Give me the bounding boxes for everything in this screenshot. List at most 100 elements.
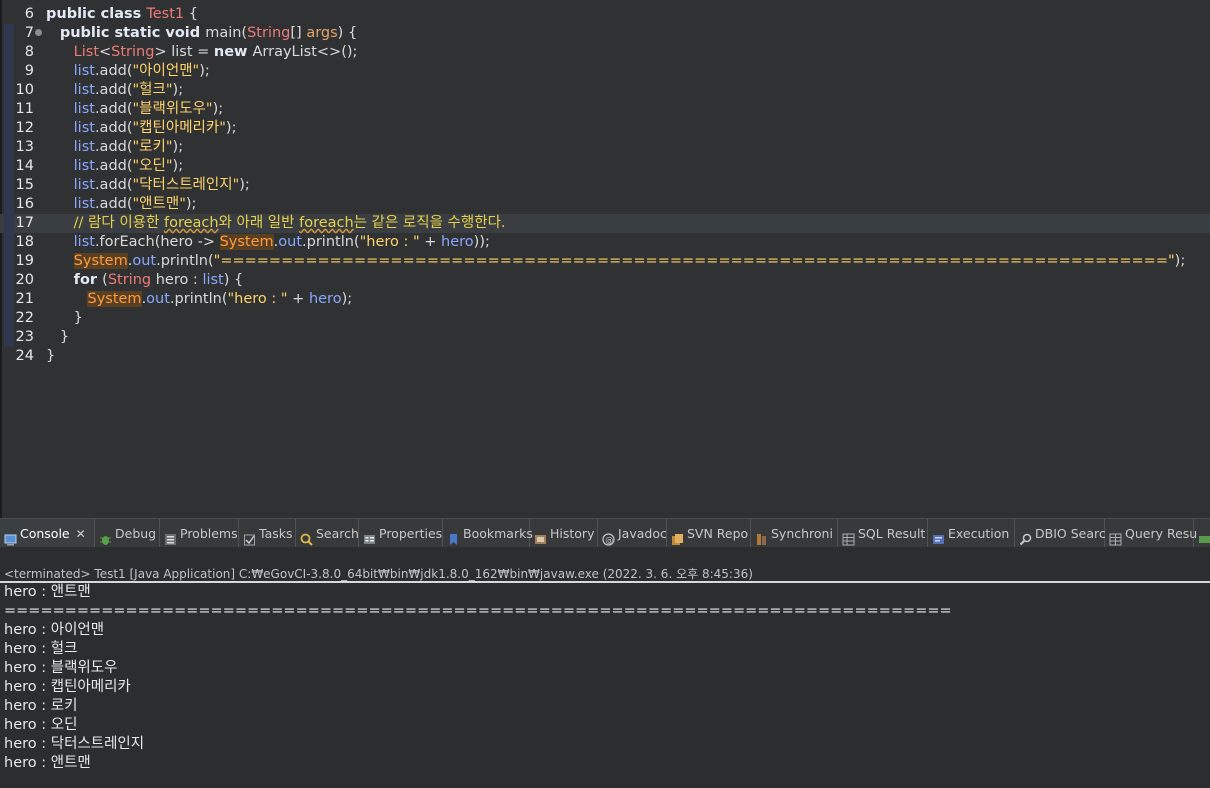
close-icon[interactable]: ✕: [76, 520, 86, 549]
tab-bookmarks[interactable]: Bookmarks: [443, 519, 533, 548]
tab-tasks[interactable]: Tasks: [239, 519, 296, 548]
tab-label: History: [550, 526, 595, 541]
code-token: main(: [205, 25, 248, 41]
console-output-line: hero : 닥터스트레인지: [4, 736, 145, 752]
execution-icon: [932, 527, 945, 544]
code-token: .println(: [156, 253, 214, 269]
code-token: "블랙위도우": [132, 101, 213, 117]
code-token: for: [73, 272, 103, 288]
console-output[interactable]: hero : 앤트맨 ==============================…: [0, 583, 1210, 788]
code-line[interactable]: 19 System.out.println("=================…: [0, 252, 1210, 271]
code-line[interactable]: 9 list.add("아이언맨");: [0, 62, 1210, 81]
code-token: ArrayList<>();: [252, 44, 358, 60]
tab-query-resu[interactable]: Query Resu: [1105, 519, 1197, 548]
code-line[interactable]: 15 list.add("닥터스트레인지");: [0, 176, 1210, 195]
code-token: }: [46, 329, 70, 345]
tab-svn-repo[interactable]: SVN Repo: [667, 519, 751, 548]
line-number: 6: [24, 6, 34, 22]
console-output-line: hero : 블랙위도우: [4, 660, 118, 676]
code-text: public static void main(String[] args) {: [46, 24, 357, 43]
code-token: out: [132, 253, 157, 269]
code-token: list: [73, 120, 95, 136]
code-token: System: [73, 253, 128, 269]
code-token: .add(: [94, 101, 133, 117]
code-line[interactable]: 17 // 람다 이용한 foreach와 아래 일반 foreach는 같은 …: [0, 214, 1210, 233]
code-token: list: [73, 234, 95, 250]
tab-console[interactable]: Console ✕: [0, 519, 95, 548]
code-text: list.forEach(hero -> System.out.println(…: [46, 233, 490, 252]
code-line[interactable]: 21 System.out.println("hero : " + hero);: [0, 290, 1210, 309]
code-token: .forEach(hero ->: [94, 234, 220, 250]
code-token: List: [73, 44, 100, 60]
code-token: public class: [46, 6, 147, 22]
code-text: list.add("앤트맨");: [46, 195, 197, 214]
code-token: Test1: [146, 6, 185, 22]
code-token: +: [419, 234, 442, 250]
code-text: }: [46, 328, 69, 347]
code-line[interactable]: 6 public class Test1 {: [0, 5, 1210, 24]
tab-synchroni[interactable]: Synchroni: [751, 519, 838, 548]
console-output-line: ========================================…: [4, 603, 952, 619]
tab-execution[interactable]: Execution: [928, 519, 1015, 548]
tab-history[interactable]: History: [530, 519, 598, 548]
code-token: ) {: [337, 25, 358, 41]
code-token: String: [111, 44, 155, 60]
code-token: ) {: [223, 272, 244, 288]
tab-search[interactable]: Search: [296, 519, 359, 548]
code-token: list: [73, 177, 95, 193]
tab-properties[interactable]: Properties: [359, 519, 443, 548]
tab-problems[interactable]: Problems: [160, 519, 239, 548]
code-line[interactable]: 18 list.forEach(hero -> System.out.print…: [0, 233, 1210, 252]
tab-sql-result[interactable]: SQL Result: [838, 519, 928, 548]
code-token: "로키": [132, 139, 173, 155]
tab-javadoc[interactable]: @ Javadoc: [598, 519, 667, 548]
code-line[interactable]: 13 list.add("로키");: [0, 138, 1210, 157]
code-token: );: [172, 82, 184, 98]
code-text: System.out.println("hero : " + hero);: [46, 290, 352, 309]
code-token: hero :: [151, 272, 203, 288]
code-line[interactable]: 24}: [0, 347, 1210, 366]
code-token: list: [73, 196, 95, 212]
tab-dbio-searc[interactable]: DBIO Searc: [1015, 519, 1106, 548]
console-output-line: hero : 앤트맨: [4, 584, 91, 600]
line-number: 18: [15, 234, 34, 250]
code-text: list.add("캡틴아메리카");: [46, 119, 237, 138]
code-token: "=======================================…: [213, 253, 1175, 269]
tab-more[interactable]: [1194, 519, 1210, 548]
tab-debug[interactable]: Debug: [95, 519, 160, 548]
properties-icon: [363, 527, 376, 544]
code-line[interactable]: 12 list.add("캡틴아메리카");: [0, 119, 1210, 138]
code-text: List<String> list = new ArrayList<>();: [46, 43, 358, 62]
line-number: 23: [15, 329, 34, 345]
code-line[interactable]: 14 list.add("오딘");: [0, 157, 1210, 176]
line-number: 7: [24, 25, 34, 41]
fold-marker-icon[interactable]: [35, 29, 42, 36]
console-output-line: hero : 로키: [4, 698, 78, 714]
line-number: 13: [15, 139, 34, 155]
line-number: 10: [15, 82, 34, 98]
console-header: <terminated> Test1 [Java Application] C:…: [0, 547, 1210, 581]
code-line[interactable]: 7 public static void main(String[] args)…: [0, 24, 1210, 43]
code-line[interactable]: 16 list.add("앤트맨");: [0, 195, 1210, 214]
code-line[interactable]: 11 list.add("블랙위도우");: [0, 100, 1210, 119]
code-text: list.add("로키");: [46, 138, 183, 157]
code-editor[interactable]: 6 public class Test1 {7 public static voi…: [0, 0, 1210, 518]
console-output-line: hero : 아이언맨: [4, 622, 105, 638]
code-line[interactable]: 10 list.add("헐크");: [0, 81, 1210, 100]
line-number: 24: [15, 348, 34, 364]
code-line[interactable]: 8 List<String> list = new ArrayList<>();: [0, 43, 1210, 62]
code-token: "앤트맨": [132, 196, 186, 212]
line-number: 20: [15, 272, 34, 288]
code-token: list: [73, 158, 95, 174]
code-line[interactable]: 20 for (String hero : list) {: [0, 271, 1210, 290]
code-text: list.add("헐크");: [46, 81, 183, 100]
tab-label: SVN Repo: [687, 526, 749, 541]
code-token: new: [213, 44, 253, 60]
code-line[interactable]: 22 }: [0, 309, 1210, 328]
code-line[interactable]: 23 }: [0, 328, 1210, 347]
code-token: );: [172, 158, 184, 174]
